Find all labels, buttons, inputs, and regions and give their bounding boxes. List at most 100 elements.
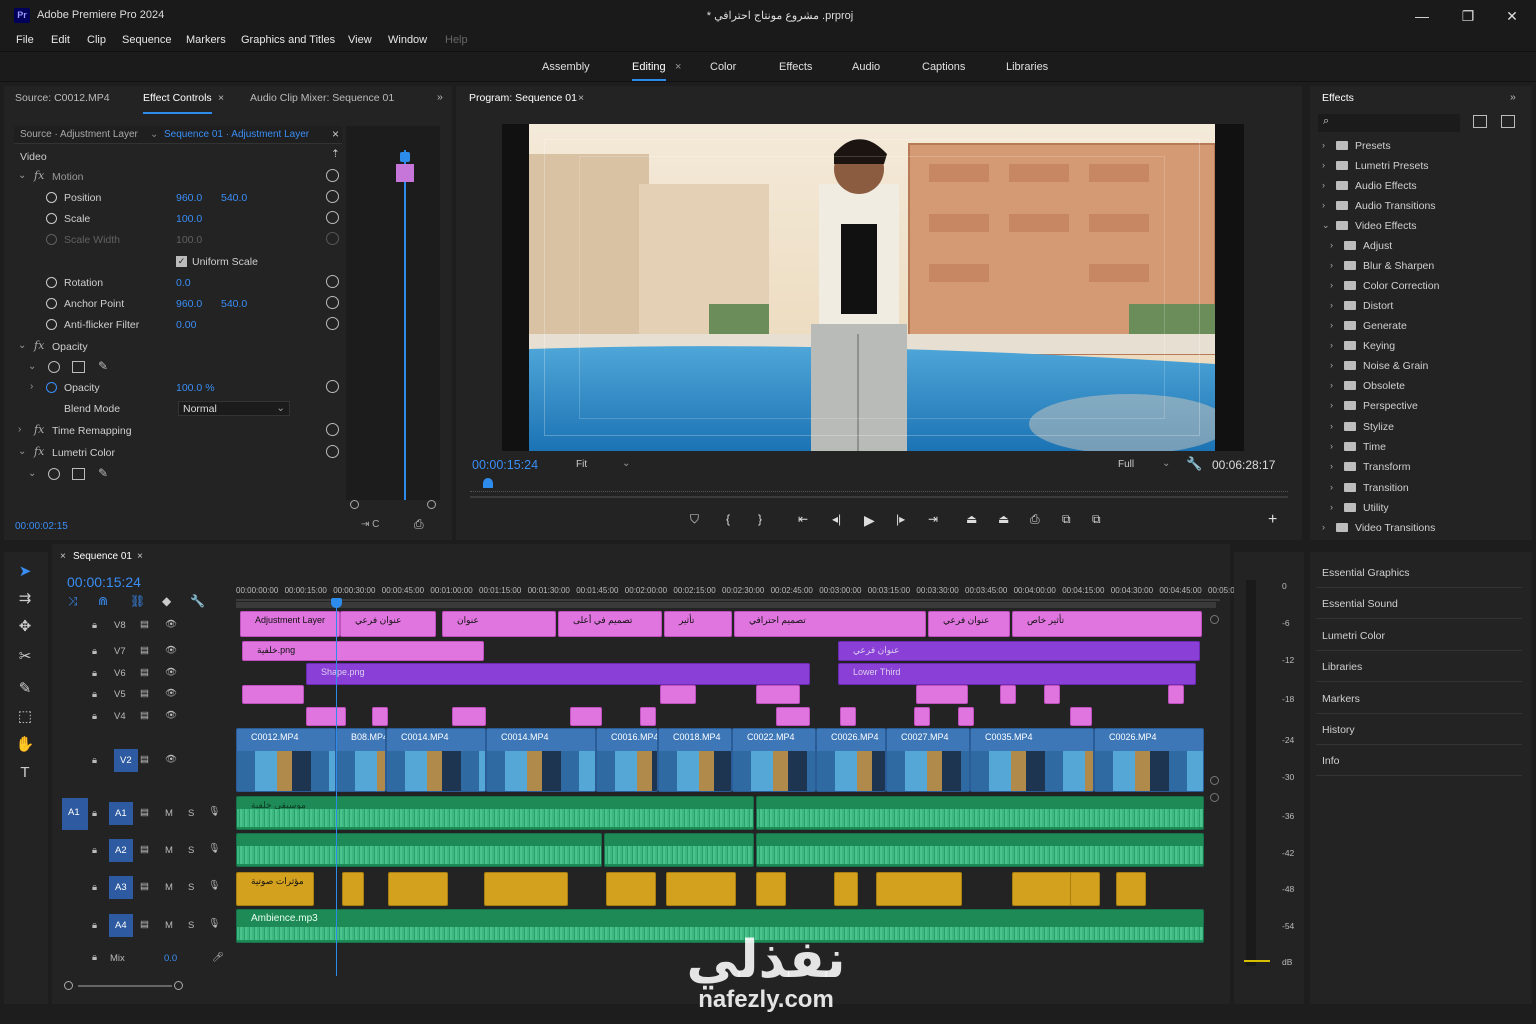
scroll-handle-icon[interactable] xyxy=(1210,793,1219,802)
chevron-right-icon[interactable]: › xyxy=(18,424,21,435)
menu-help[interactable]: Help xyxy=(445,34,468,46)
clip-v5[interactable] xyxy=(1168,685,1184,704)
clip-v8[interactable]: عنوان فرعي xyxy=(928,611,1010,637)
chevron-down-icon[interactable]: ⌄ xyxy=(622,458,630,469)
tab-effect-controls[interactable]: Effect Controls xyxy=(143,92,212,114)
lock-icon[interactable]: 🔒︎ xyxy=(92,620,97,631)
anti-flicker-value[interactable]: 0.00 xyxy=(176,319,196,331)
mute-button[interactable]: M xyxy=(165,845,173,856)
clip-v5[interactable] xyxy=(660,685,696,704)
workspace-color[interactable]: Color xyxy=(710,61,736,73)
effects-search-input[interactable]: ⌕ xyxy=(1318,114,1460,132)
new-preset-bin-icon[interactable] xyxy=(1501,115,1515,128)
clip-v7-background[interactable]: خلفية.png xyxy=(242,641,484,661)
solo-button[interactable]: S xyxy=(188,920,194,931)
reset-icon[interactable] xyxy=(326,190,339,203)
lock-icon[interactable]: 🔒︎ xyxy=(92,689,97,700)
lift-icon[interactable]: ⏏ xyxy=(966,512,977,526)
ellipse-mask-icon[interactable] xyxy=(48,361,60,373)
mix-value[interactable]: 0.0 xyxy=(164,953,177,964)
mark-in-icon[interactable]: { xyxy=(726,512,730,526)
program-timecode[interactable]: 00:00:15:24 xyxy=(472,458,538,472)
clip-audio[interactable] xyxy=(756,796,1204,830)
filter-keyframes-icon[interactable]: ⇥ C xyxy=(361,519,379,530)
clip-video[interactable]: C0018.MP4 xyxy=(658,728,732,792)
effect-controls-timecode[interactable]: 00:00:02:15 xyxy=(15,521,68,532)
step-back-icon[interactable]: ◂| xyxy=(832,512,841,526)
workspace-assembly[interactable]: Assembly xyxy=(542,61,590,73)
track-label[interactable]: V8 xyxy=(114,620,126,631)
track-label[interactable]: A2 xyxy=(109,839,133,862)
eye-icon[interactable]: 👁︎ xyxy=(165,645,177,656)
eye-icon[interactable]: 👁︎ xyxy=(165,754,177,765)
clip-sfx[interactable] xyxy=(606,872,656,906)
stopwatch-icon[interactable] xyxy=(46,319,57,330)
comparison-view-icon[interactable]: ⧉ xyxy=(1062,512,1071,527)
track-label[interactable]: V6 xyxy=(114,668,126,679)
mark-out-icon[interactable]: } xyxy=(758,512,762,526)
voice-over-icon[interactable]: 🎤︎ xyxy=(212,952,224,963)
clip-video[interactable]: C0014.MP4 xyxy=(386,728,486,792)
solo-button[interactable]: S xyxy=(188,808,194,819)
timeline-vertical-scrollbar[interactable] xyxy=(1210,600,1220,980)
workspace-editing[interactable]: Editing xyxy=(632,61,666,81)
lock-icon[interactable]: 🔒︎ xyxy=(92,808,97,819)
clip-video[interactable]: C0035.MP4 xyxy=(970,728,1094,792)
menu-clip[interactable]: Clip xyxy=(87,34,106,46)
clip-audio[interactable] xyxy=(604,833,754,867)
clip-sfx[interactable] xyxy=(756,872,786,906)
clip-audio-music[interactable]: موسيقى خلفية xyxy=(236,796,754,830)
source-patch-a1[interactable]: A1 xyxy=(62,798,88,830)
program-scrubber[interactable] xyxy=(470,478,1288,492)
chevron-down-icon[interactable]: ⌄ xyxy=(28,361,36,372)
slip-tool-icon[interactable]: ✎ xyxy=(14,678,36,700)
clip-v5[interactable] xyxy=(1000,685,1016,704)
position-y-value[interactable]: 540.0 xyxy=(221,192,247,204)
clip-v4[interactable] xyxy=(570,707,602,726)
clip-sfx[interactable] xyxy=(876,872,962,906)
clip-lower-third[interactable]: Lower Third xyxy=(838,663,1196,685)
clip-v5[interactable] xyxy=(1044,685,1060,704)
clip-v8[interactable]: تأثير xyxy=(664,611,732,637)
clip-v7-subtitle[interactable]: عنوان فرعي xyxy=(838,641,1200,661)
scroll-handle-icon[interactable] xyxy=(174,981,183,990)
clip-v5[interactable] xyxy=(916,685,968,704)
menu-file[interactable]: File xyxy=(16,34,34,46)
chevron-right-icon[interactable]: › xyxy=(30,381,33,392)
lock-icon[interactable]: 🔒︎ xyxy=(92,952,97,963)
clip-v4[interactable] xyxy=(914,707,930,726)
scroll-handle-icon[interactable] xyxy=(1210,615,1219,624)
menu-window[interactable]: Window xyxy=(388,34,427,46)
panel-lumetri-color[interactable]: Lumetri Color xyxy=(1316,620,1522,651)
stopwatch-icon[interactable] xyxy=(46,213,57,224)
panel-info[interactable]: Info xyxy=(1316,745,1522,776)
tab-close-icon[interactable]: × xyxy=(137,551,143,562)
clip-sfx[interactable] xyxy=(484,872,568,906)
clip-v4[interactable] xyxy=(776,707,810,726)
playhead-handle-icon[interactable] xyxy=(400,152,410,162)
track-label[interactable]: V5 xyxy=(114,689,126,700)
anchor-x-value[interactable]: 960.0 xyxy=(176,298,202,310)
maximize-button[interactable]: ❐ xyxy=(1453,6,1483,26)
clip-video[interactable]: C0027.MP4 xyxy=(886,728,970,792)
lock-icon[interactable]: 🔒︎ xyxy=(92,920,97,931)
panel-essential-graphics[interactable]: Essential Graphics xyxy=(1316,557,1522,588)
add-marker-icon[interactable]: ⛉ xyxy=(690,512,699,527)
workspace-audio[interactable]: Audio xyxy=(852,61,880,73)
clip-v5[interactable] xyxy=(242,685,304,704)
reset-icon[interactable] xyxy=(326,211,339,224)
scroll-handle-icon[interactable] xyxy=(64,981,73,990)
clip-sfx[interactable] xyxy=(1116,872,1146,906)
clip-sfx[interactable] xyxy=(342,872,364,906)
panel-overflow-icon[interactable]: » xyxy=(437,91,443,103)
clip-v4[interactable] xyxy=(372,707,388,726)
toggle-sync-icon[interactable]: ▤ xyxy=(140,710,149,721)
mute-button[interactable]: M xyxy=(165,882,173,893)
microphone-icon[interactable]: 🎙︎ xyxy=(208,843,220,854)
playhead[interactable] xyxy=(404,150,406,500)
razor-tool-icon[interactable]: ✂ xyxy=(14,646,36,668)
fit-dropdown[interactable]: Fit xyxy=(576,459,587,470)
track-label[interactable]: V7 xyxy=(114,646,126,657)
chevron-down-icon[interactable]: ⌄ xyxy=(18,170,26,181)
step-forward-icon[interactable]: |▸ xyxy=(896,512,905,526)
